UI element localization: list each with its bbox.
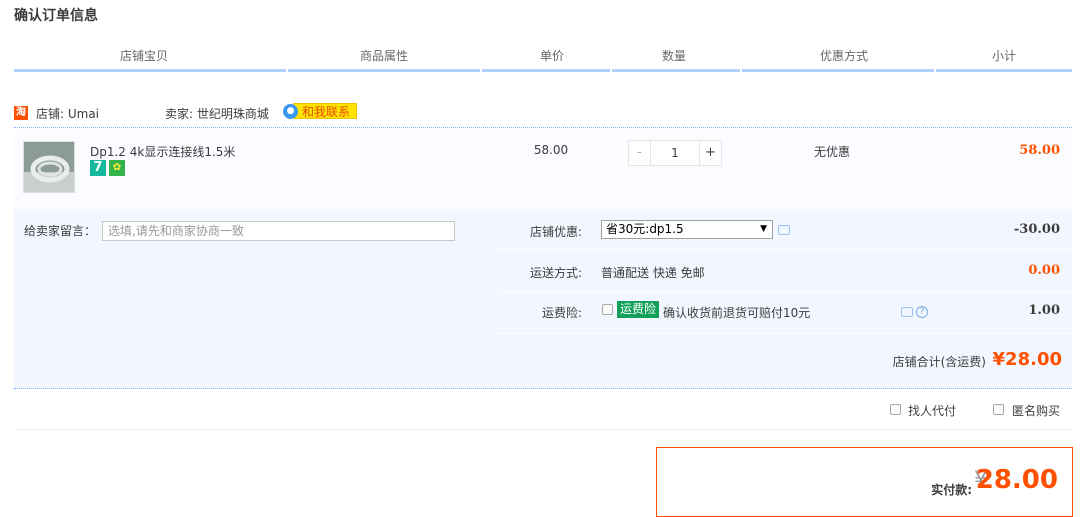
qty-decrease-button[interactable]: - [629,141,651,165]
payment-amount: 28.00 [975,465,1058,495]
shop-total-amount: ¥28.00 [992,349,1062,370]
unit-price: 58.00 [533,143,569,157]
contact-seller-button[interactable]: ● 和我联系 [283,102,358,120]
shop-name-link[interactable]: 店铺: Umai [36,105,99,122]
quantity-stepper[interactable]: - 1 + [628,140,722,166]
payment-summary-box: 实付款: ¥ 28.00 [656,447,1073,517]
header-col-unit-price: 单价 [539,49,564,63]
header-col-subtotal: 小计 [991,49,1016,63]
shop-discount-amount: -30.00 [1013,222,1060,237]
header-col-attrs: 商品属性 [359,49,408,63]
cable-image [24,142,74,192]
order-options-panel: 店铺优惠: 省30元:dp1.5 ▼ -30.00 运送方式: 普通配送 快递 … [498,209,1072,334]
shop-total-label: 店铺合计(含运费) [892,355,986,369]
insurance-amount: 1.00 [1028,303,1060,318]
quantity-input[interactable]: 1 [651,141,699,165]
proxy-pay-label[interactable]: 找人代付 [908,402,956,419]
comment-icon[interactable] [778,225,790,235]
header-col-quantity: 数量 [661,49,686,63]
eco-leaf-icon[interactable]: ✿ [109,160,125,176]
promo-method: 无优惠 [814,145,851,159]
shop-discount-label: 店铺优惠: [529,225,582,239]
page-title: 确认订单信息 [14,8,98,24]
payment-label: 实付款: [931,483,972,497]
insurance-checkbox[interactable] [602,304,613,315]
anonymous-purchase-checkbox[interactable] [993,404,1004,415]
comment-icon[interactable] [901,307,913,317]
product-thumbnail[interactable] [23,141,75,193]
shop-discount-select[interactable]: 省30元:dp1.5 ▼ [601,220,773,239]
item-subtotal: 58.00 [1019,143,1060,158]
help-icon[interactable]: ? [916,306,928,318]
anonymous-purchase-label[interactable]: 匿名购买 [1012,402,1060,419]
wangwang-icon: ● [283,103,298,119]
shipping-label: 运送方式: [529,266,582,280]
shipping-amount: 0.00 [1028,263,1060,278]
order-table-header: 店铺宝贝 商品属性 单价 数量 优惠方式 小计 [14,44,1072,72]
insurance-badge: 运费险 [617,301,660,318]
extra-options-row: 找人代付 匿名购买 [14,389,1072,430]
qty-increase-button[interactable]: + [699,141,721,165]
seller-name: 卖家: 世纪明珠商城 [165,107,269,121]
order-item-row: Dp1.2 4k显示连接线1.5米 7 ✿ 58.00 - 1 + 无优惠 58… [14,129,1072,209]
taobao-shop-icon: 淘 [14,106,28,120]
proxy-pay-checkbox[interactable] [890,404,901,415]
message-label: 给卖家留言： [24,224,97,238]
header-col-item: 店铺宝贝 [119,49,168,63]
contact-seller-label: 和我联系 [293,103,358,119]
seven-day-return-icon[interactable]: 7 [90,160,106,176]
insurance-description: 确认收货前退货可赔付10元 [663,306,811,320]
shipping-method: 普通配送 快递 免邮 [601,266,705,280]
insurance-label: 运费险: [541,306,582,320]
shop-row: 淘 店铺: Umai 卖家: 世纪明珠商城 ● 和我联系 [14,102,1072,128]
order-details-panel: 给卖家留言： 选填,请先和商家协商一致 店铺优惠: 省30元:dp1.5 ▼ -… [14,209,1072,389]
dropdown-arrow-icon: ▼ [760,224,767,234]
seller-message-input[interactable]: 选填,请先和商家协商一致 [102,221,455,241]
shop-discount-selected: 省30元:dp1.5 [606,222,684,236]
product-title-link[interactable]: Dp1.2 4k显示连接线1.5米 [90,143,235,160]
header-col-promo: 优惠方式 [819,49,868,63]
